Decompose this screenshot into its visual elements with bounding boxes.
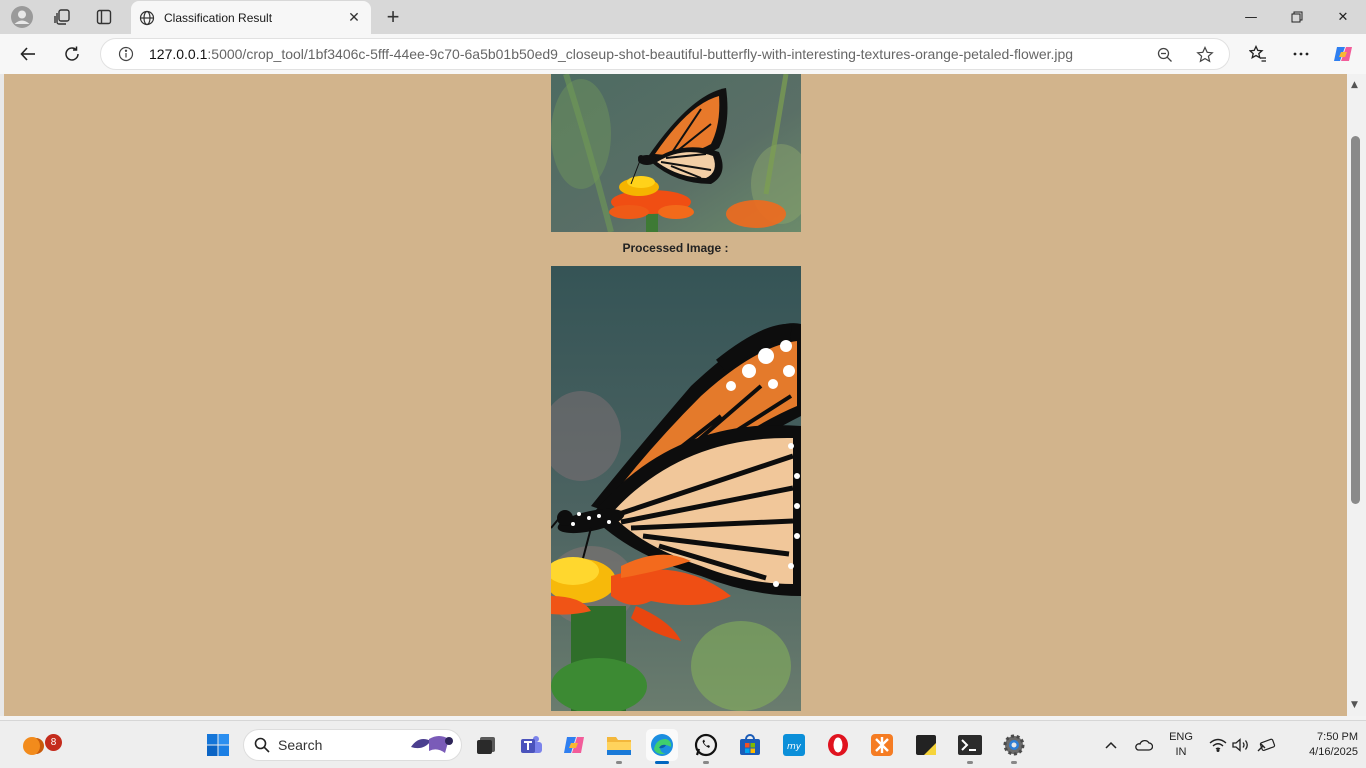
zoom-icon[interactable] [1154,44,1176,66]
running-indicator [616,761,622,764]
copilot-icon[interactable] [1328,40,1358,68]
notification-badge: 8 [45,734,62,751]
store-icon[interactable] [734,729,766,761]
search-label: Search [278,737,323,753]
xampp-icon[interactable] [866,729,898,761]
opera-icon[interactable] [822,729,854,761]
maximize-icon[interactable] [1274,0,1320,34]
browser-toolbar: 127.0.0.1:5000/crop_tool/1bf3406c-5fff-4… [0,34,1366,74]
onedrive-icon[interactable] [1131,721,1155,768]
more-icon[interactable] [1286,40,1316,68]
address-bar[interactable]: 127.0.0.1:5000/crop_tool/1bf3406c-5fff-4… [100,38,1230,70]
title-bar: Classification Result ✕ + — ✕ [0,0,1366,34]
original-image [551,74,801,232]
workspaces-icon[interactable] [50,5,74,29]
volume-icon[interactable] [1231,721,1251,768]
page-content: Processed Image : [4,74,1347,716]
back-icon[interactable] [13,40,43,68]
globe-icon [139,10,155,26]
teams-icon[interactable] [515,729,547,761]
running-indicator [703,761,709,764]
language-indicator[interactable]: ENG IN [1164,730,1198,760]
windows-start-icon[interactable] [202,729,234,761]
whatsapp-icon[interactable] [690,729,722,764]
tab-title: Classification Result [164,10,273,25]
window-close-icon[interactable]: ✕ [1320,0,1366,34]
svg-text:my: my [787,742,802,752]
minimize-icon[interactable]: — [1228,0,1274,34]
settings-icon[interactable] [998,729,1030,764]
taskbar-search[interactable]: Search [243,729,462,761]
active-indicator [655,761,669,764]
battery-icon[interactable] [1256,721,1278,768]
url-host: 127.0.0.1 [149,46,208,62]
profile-icon[interactable] [10,5,34,29]
running-indicator [1011,761,1017,764]
terminal-icon[interactable] [954,729,986,764]
task-view-icon[interactable] [470,729,502,761]
language-code: ENG [1169,731,1193,743]
file-explorer-icon[interactable] [603,729,635,764]
chevron-up-icon[interactable] [1101,721,1121,768]
wifi-icon[interactable] [1208,721,1228,768]
refresh-icon[interactable] [57,40,87,68]
system-clock[interactable]: 7:50 PM 4/16/2025 [1282,730,1358,760]
tab-actions-icon[interactable] [92,5,116,29]
language-region: IN [1175,746,1187,758]
site-info-icon[interactable] [115,43,137,65]
search-icon [254,737,270,753]
processed-image-label: Processed Image : [622,241,729,255]
edge-icon[interactable] [646,729,678,764]
favorites-icon[interactable] [1243,40,1273,68]
scroll-down-arrow[interactable]: ▼ [1351,700,1358,710]
sticky-notes-icon[interactable] [910,729,942,761]
running-indicator [967,761,973,764]
scrollbar-thumb[interactable] [1351,136,1360,504]
processed-image [551,266,801,711]
url-path: :5000/crop_tool/1bf3406c-5fff-44ee-9c70-… [207,46,1074,62]
copilot-app-icon[interactable] [558,729,590,761]
clock-time: 7:50 PM [1317,731,1358,743]
favorite-star-icon[interactable] [1194,44,1216,66]
close-icon[interactable]: ✕ [343,7,365,29]
url-text: 127.0.0.1:5000/crop_tool/1bf3406c-5fff-4… [149,46,1129,62]
new-tab-icon[interactable]: + [381,4,405,29]
vertical-scrollbar[interactable]: ▲ ▼ [1347,74,1366,716]
search-highlight-icon [409,733,455,757]
clock-date: 4/16/2025 [1309,746,1358,758]
taskbar: 8 Search my ENG IN 7:50 PM 4/16/2025 [0,720,1366,768]
weather-widget[interactable]: 8 [16,729,62,761]
tab-classification-result[interactable]: Classification Result ✕ [131,1,371,34]
hp-icon[interactable]: my [778,729,810,761]
scroll-up-arrow[interactable]: ▲ [1351,80,1358,90]
